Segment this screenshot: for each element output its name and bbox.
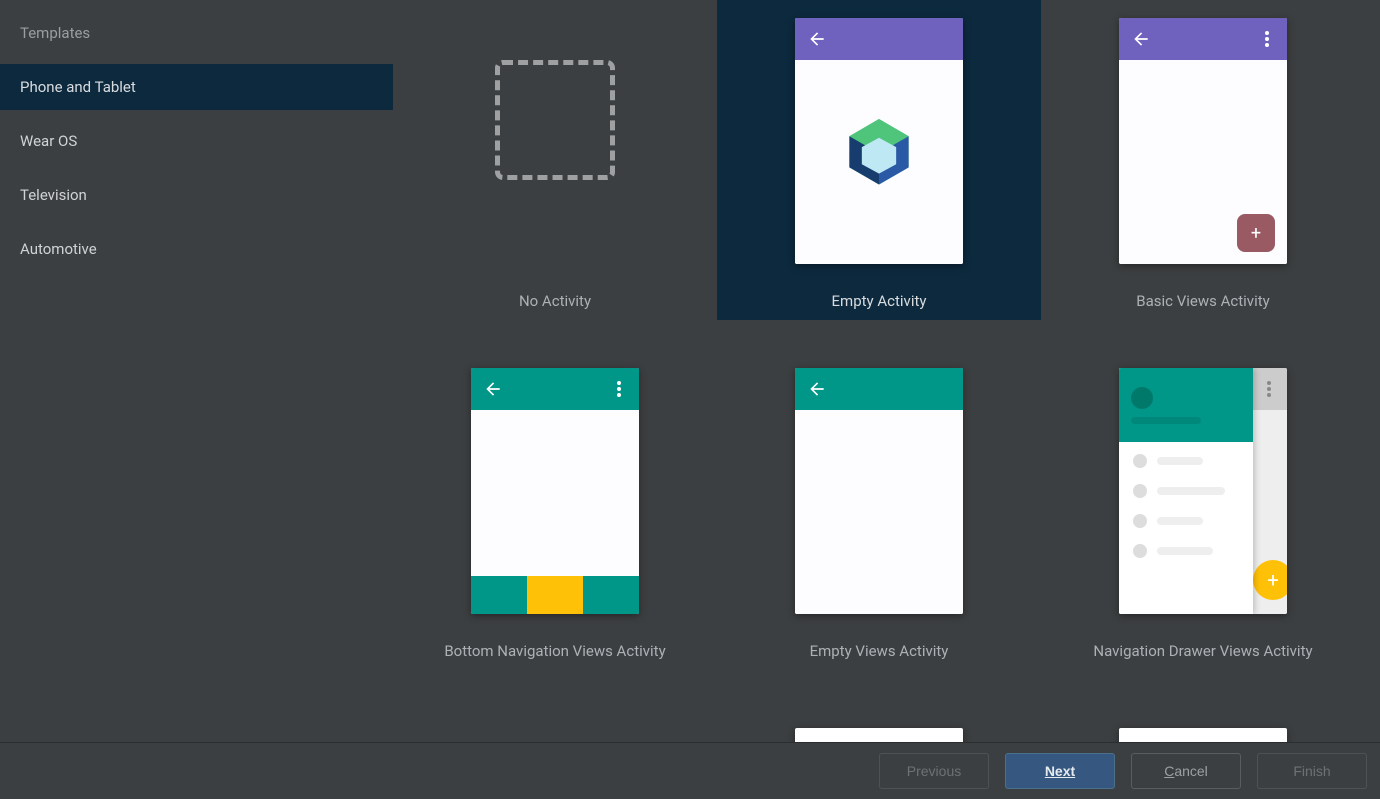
back-arrow-icon — [483, 379, 503, 399]
sidebar-title: Templates — [0, 14, 393, 64]
previous-button[interactable]: Previous — [879, 753, 989, 789]
template-basic-views-activity[interactable]: + Basic Views Activity — [1041, 0, 1365, 350]
finish-button[interactable]: Finish — [1257, 753, 1367, 789]
back-arrow-icon — [1131, 29, 1151, 49]
sidebar: Templates Phone and Tablet Wear OS Telev… — [0, 0, 393, 742]
sidebar-item-phone-and-tablet[interactable]: Phone and Tablet — [0, 64, 393, 110]
template-empty-views-activity[interactable]: Empty Views Activity — [717, 350, 1041, 700]
template-navigation-drawer-views-activity[interactable]: + — [1041, 350, 1365, 700]
back-arrow-icon — [807, 379, 827, 399]
sidebar-item-automotive[interactable]: Automotive — [0, 226, 393, 272]
template-label: Navigation Drawer Views Activity — [1041, 632, 1365, 670]
template-label: Bottom Navigation Views Activity — [393, 632, 717, 670]
sidebar-item-wear-os[interactable]: Wear OS — [0, 118, 393, 164]
next-button[interactable]: Next — [1005, 753, 1115, 789]
templates-panel: No Activity — [393, 0, 1380, 742]
template-empty-activity[interactable]: Empty Activity — [717, 0, 1041, 350]
fab-add-icon: + — [1237, 214, 1275, 252]
wizard-footer: Previous Next Cancel Finish — [0, 742, 1380, 799]
appbar — [1119, 18, 1287, 60]
template-label: No Activity — [393, 282, 717, 320]
appbar — [471, 368, 639, 410]
cancel-button[interactable]: Cancel — [1131, 753, 1241, 789]
bottom-nav-bar — [471, 576, 639, 614]
appbar — [795, 368, 963, 410]
template-label: Basic Views Activity — [1041, 282, 1365, 320]
template-no-activity[interactable]: No Activity — [393, 0, 717, 350]
compose-logo-icon — [840, 113, 918, 195]
template-label: Empty Views Activity — [717, 632, 1041, 670]
template-peek[interactable] — [795, 728, 963, 742]
template-peek[interactable] — [1119, 728, 1287, 742]
template-bottom-navigation-views-activity[interactable]: Bottom Navigation Views Activity — [393, 350, 717, 700]
more-vert-icon — [1261, 381, 1277, 397]
template-peek[interactable] — [471, 728, 639, 742]
cancel-rest: ancel — [1174, 763, 1207, 779]
dashed-placeholder-icon — [495, 60, 615, 180]
back-arrow-icon — [807, 29, 827, 49]
more-vert-icon — [1259, 31, 1275, 47]
fab-add-icon: + — [1253, 560, 1287, 600]
more-vert-icon — [611, 381, 627, 397]
avatar-icon — [1131, 387, 1153, 409]
sidebar-item-television[interactable]: Television — [0, 172, 393, 218]
appbar — [795, 18, 963, 60]
template-label: Empty Activity — [717, 282, 1041, 320]
nav-drawer — [1119, 368, 1253, 614]
